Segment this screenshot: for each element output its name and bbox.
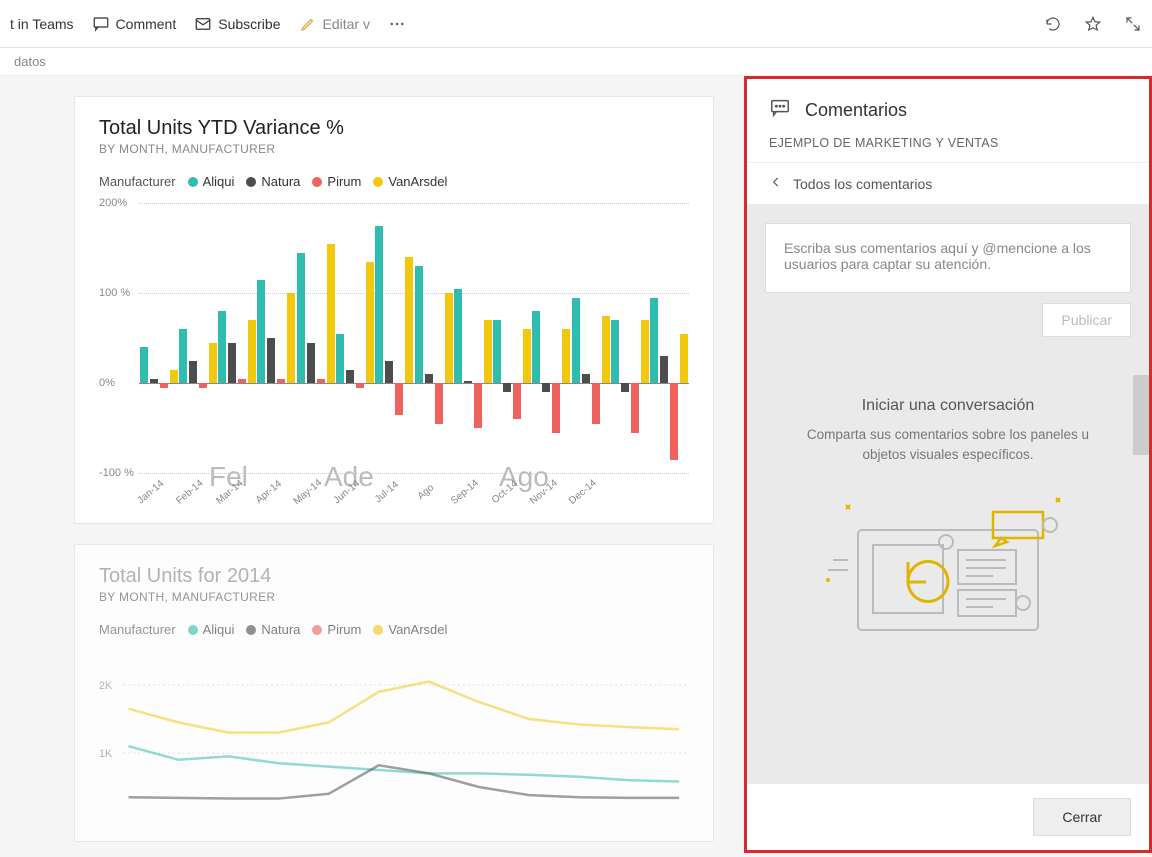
line-chart: 2K 1K — [99, 651, 689, 821]
panel-header: Comentarios EJEMPLO DE MARKETING Y VENTA… — [747, 79, 1149, 162]
scrollbar[interactable] — [1133, 375, 1149, 455]
edit-label: Editar v — [323, 16, 370, 32]
legend-item[interactable]: Aliqui — [188, 622, 235, 637]
chart2-legend: Manufacturer Aliqui Natura Pirum VanArsd… — [99, 622, 689, 637]
chart2-subtitle: BY MONTH, MANUFACTURER — [99, 590, 689, 604]
chart2-title: Total Units for 2014 — [99, 565, 689, 588]
chart-card-units[interactable]: Total Units for 2014 BY MONTH, MANUFACTU… — [74, 544, 714, 842]
report-canvas: Total Units YTD Variance % BY MONTH, MAN… — [0, 76, 744, 853]
chart1-subtitle: BY MONTH, MANUFACTURER — [99, 142, 689, 156]
chat-in-teams-button[interactable]: t in Teams — [10, 16, 74, 32]
legend-item[interactable]: Aliqui — [188, 174, 235, 189]
comment-icon — [92, 15, 110, 33]
legend-item[interactable]: Natura — [246, 622, 300, 637]
svg-text:1K: 1K — [99, 748, 113, 760]
breadcrumb-label: Todos los comentarios — [793, 176, 932, 192]
panel-footer: Cerrar — [747, 784, 1149, 850]
legend-item[interactable]: VanArsdel — [373, 174, 447, 189]
legend-item[interactable]: Natura — [246, 174, 300, 189]
pencil-icon — [299, 15, 317, 33]
breadcrumb-all-comments[interactable]: Todos los comentarios — [747, 162, 1149, 205]
legend-item[interactable]: Pirum — [312, 174, 361, 189]
top-toolbar: t in Teams Comment Subscribe Editar v — [0, 0, 1152, 48]
comment-bubble-icon — [769, 97, 791, 124]
favorite-icon[interactable] — [1084, 15, 1102, 33]
comment-button[interactable]: Comment — [92, 15, 177, 33]
panel-title: Comentarios — [805, 100, 907, 121]
chart1-title: Total Units YTD Variance % — [99, 117, 689, 140]
comment-input[interactable]: Escriba sus comentarios aquí y @mencione… — [765, 223, 1131, 293]
legend-label: Manufacturer — [99, 622, 176, 637]
close-button[interactable]: Cerrar — [1033, 798, 1131, 836]
panel-subtitle: EJEMPLO DE MARKETING Y VENTAS — [769, 136, 1127, 150]
comment-label: Comment — [116, 16, 177, 32]
more-button[interactable] — [388, 15, 406, 33]
comment-placeholder: Escriba sus comentarios aquí y @mencione… — [784, 240, 1091, 272]
subscribe-button[interactable]: Subscribe — [194, 15, 280, 33]
empty-desc: Comparta sus comentarios sobre los panel… — [787, 425, 1109, 466]
tab-datos[interactable]: datos — [14, 54, 46, 69]
publish-button[interactable]: Publicar — [1042, 303, 1131, 337]
svg-text:2K: 2K — [99, 680, 113, 692]
chart-card-variance[interactable]: Total Units YTD Variance % BY MONTH, MAN… — [74, 96, 714, 524]
tab-row: datos — [0, 48, 1152, 76]
mail-icon — [194, 15, 212, 33]
more-icon — [388, 15, 406, 33]
chevron-left-icon — [769, 175, 783, 192]
expand-icon[interactable] — [1124, 15, 1142, 33]
empty-state: Iniciar una conversación Comparta sus co… — [765, 397, 1131, 655]
chart1-legend: Manufacturer Aliqui Natura Pirum VanArsd… — [99, 174, 689, 189]
edit-button[interactable]: Editar v — [299, 15, 370, 33]
legend-label: Manufacturer — [99, 174, 176, 189]
empty-title: Iniciar una conversación — [787, 397, 1109, 415]
bar-chart: Fel Ade Ago Jan-14Feb-14Mar-14Apr-14May-… — [99, 203, 689, 503]
refresh-icon[interactable] — [1044, 15, 1062, 33]
conversation-illustration-icon — [818, 490, 1078, 650]
comments-panel: Comentarios EJEMPLO DE MARKETING Y VENTA… — [744, 76, 1152, 853]
legend-item[interactable]: VanArsdel — [373, 622, 447, 637]
legend-item[interactable]: Pirum — [312, 622, 361, 637]
subscribe-label: Subscribe — [218, 16, 280, 32]
teams-label: t in Teams — [10, 16, 74, 32]
compose-area: Escriba sus comentarios aquí y @mencione… — [747, 205, 1149, 784]
